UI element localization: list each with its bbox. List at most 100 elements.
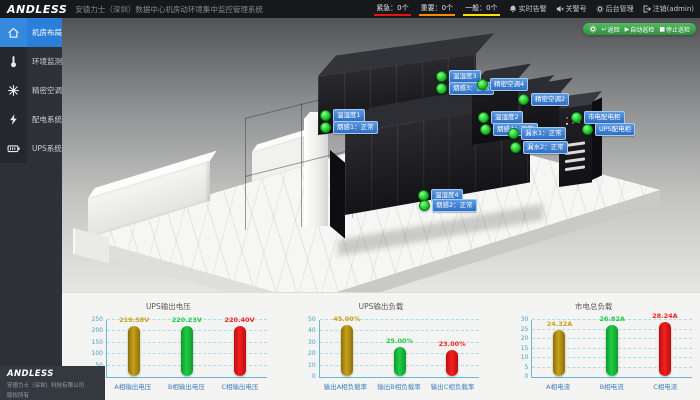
alarm-badge-critical[interactable]: 紧急：0个 [374, 3, 410, 16]
header-right: 紧急：0个重要：0个一般：0个 实时告警 关警号后台管理 注销(admin) [374, 3, 700, 16]
status-dot-icon [477, 79, 488, 90]
bar-value-label: 26.82A [590, 315, 634, 323]
header-bar: ANDLESS 安德力士（深圳）数据中心机房动环境集中监控管理系统 紧急：0个重… [0, 0, 700, 18]
menu-item-backend-admin[interactable]: 后台管理 [596, 4, 634, 14]
sidebar-item-label: 配电系统 [27, 105, 62, 134]
status-dot-icon [419, 200, 430, 211]
chart-plot: 050100150200250219.58V220.23V220.40V [106, 320, 267, 378]
scene-label[interactable]: 市电配电柜 [571, 111, 625, 124]
room-3d-viewport[interactable]: 温湿度1烟感1：正常温湿度3烟感3：正常精密空调4精密空调2温湿度2烟感4：正常… [62, 18, 700, 292]
footer-copyright: 版权所有 [7, 391, 105, 399]
sidebar-item-label: 环境监测 [27, 47, 62, 76]
status-dot-icon [571, 112, 582, 123]
scene-label-text: 市电配电柜 [584, 111, 625, 124]
category-label: 输出B相负载率 [372, 381, 426, 391]
chart-bar [234, 326, 246, 376]
brand-logo: ANDLESS [0, 3, 75, 16]
bar-value-label: 220.40V [218, 316, 262, 324]
scene-label[interactable]: 烟感1：正常 [320, 121, 378, 134]
status-dot-icon [510, 142, 521, 153]
menu-item-realtime-alarm[interactable]: 实时告警 [509, 4, 547, 14]
scene-label[interactable]: 精密空调4 [477, 78, 528, 91]
category-label: 输出A相负载率 [319, 381, 373, 391]
toolbar-item-back[interactable]: ↩返回 [602, 25, 620, 34]
y-tick-label: 10 [502, 354, 528, 361]
menu-item-logout[interactable]: 注销(admin) [643, 4, 694, 14]
chart-bar [181, 326, 193, 376]
scene-label[interactable]: 漏水2：正常 [510, 141, 568, 154]
header-menu: 实时告警 关警号后台管理 注销(admin) [509, 4, 694, 14]
bar-value-label: 45.00% [325, 315, 369, 323]
y-tick-label: 250 [77, 316, 103, 323]
category-label: B相输出电压 [160, 381, 214, 391]
category-label: B相电流 [585, 381, 639, 391]
alarm-badge-major[interactable]: 重要：0个 [419, 3, 455, 16]
category-label: C相输出电压 [213, 381, 267, 391]
toolbar-item-auto-patrol[interactable]: ▶自动巡检 [625, 25, 655, 34]
scene-label[interactable]: UPS配电柜 [582, 123, 635, 136]
mute-icon [556, 5, 564, 13]
scene-label-text: 烟感1：正常 [333, 121, 378, 134]
bar-value-label: 28.24A [643, 312, 687, 320]
home-icon [0, 18, 27, 47]
back-icon: ↩ [602, 26, 607, 33]
sidebar-item-env-monitor[interactable]: 环境监测 [0, 47, 62, 76]
y-tick-label: 10 [290, 362, 316, 369]
scene-label-text: 精密空调2 [531, 93, 569, 106]
scene-label[interactable]: 温湿度1 [320, 109, 365, 122]
stop-patrol-icon: ■ [659, 26, 665, 33]
scene-label-text: 漏水1：正常 [521, 127, 566, 140]
toolbar-item-label: 返回 [608, 25, 620, 34]
y-tick-label: 0 [290, 373, 316, 380]
scene-label[interactable]: 漏水1：正常 [508, 127, 566, 140]
scene-label[interactable]: 温湿度3 [436, 70, 481, 83]
gear-icon[interactable] [589, 25, 597, 33]
y-tick-label: 30 [502, 316, 528, 323]
chart-bar [394, 347, 406, 376]
y-tick-label: 5 [502, 364, 528, 371]
toolbar-item-stop-patrol[interactable]: ■停止巡检 [659, 25, 690, 34]
y-tick-label: 20 [502, 335, 528, 342]
bolt-icon [0, 105, 27, 134]
menu-item-label: 注销(admin) [653, 4, 694, 14]
x-axis-labels: A相电流B相电流C相电流 [531, 381, 692, 391]
sidebar-item-room-layout[interactable]: 机房布局 [0, 18, 62, 47]
alarm-badges: 紧急：0个重要：0个一般：0个 [374, 3, 499, 16]
y-tick-label: 150 [77, 339, 103, 346]
y-tick-label: 30 [290, 339, 316, 346]
sidebar-item-power-dist[interactable]: 配电系统 [0, 105, 62, 134]
chart-title: 市电总负载 [487, 301, 700, 312]
status-dot-icon [480, 124, 491, 135]
scene-label-text: 烟感2：正常 [432, 199, 477, 212]
chart-bar [553, 330, 565, 376]
x-axis-labels: 输出A相负载率输出B相负载率输出C相负载率 [319, 381, 480, 391]
category-label: A相输出电压 [106, 381, 160, 391]
scene-label[interactable]: 温湿度2 [478, 111, 523, 124]
gear-icon [596, 5, 604, 13]
chart-bar [446, 350, 458, 376]
scene-label[interactable]: 精密空调2 [518, 93, 569, 106]
status-dot-icon [320, 110, 331, 121]
y-tick-label: 0 [502, 373, 528, 380]
bell-icon [509, 5, 517, 13]
sidebar-item-ups-system[interactable]: UPS系统 [0, 134, 62, 163]
y-tick-label: 100 [77, 350, 103, 357]
snowflake-icon [0, 76, 27, 105]
thermometer-icon [0, 47, 27, 76]
chart-plot: 05101520253024.32A26.82A28.24A [531, 320, 692, 378]
sidebar-item-label: 精密空调 [27, 76, 62, 105]
auto-patrol-icon: ▶ [625, 26, 630, 33]
menu-item-mute-alarm[interactable]: 关警号 [556, 4, 587, 14]
chart-1: UPS输出负载0102030405045.00%25.00%23.00%输出A相… [275, 293, 488, 400]
footer-company: 安德力士（深圳）科技有限公司 [7, 381, 105, 389]
scene-label[interactable]: 烟感2：正常 [419, 199, 477, 212]
alarm-badge-minor[interactable]: 一般：0个 [463, 3, 499, 16]
toolbar-item-label: 停止巡检 [666, 25, 690, 34]
y-tick-label: 40 [290, 327, 316, 334]
status-dot-icon [478, 112, 489, 123]
sidebar-item-label: 机房布局 [27, 18, 62, 47]
menu-item-label: 关警号 [566, 4, 587, 14]
y-tick-label: 25 [502, 326, 528, 333]
bar-value-label: 219.58V [112, 316, 156, 324]
sidebar-item-precision-ac[interactable]: 精密空调 [0, 76, 62, 105]
